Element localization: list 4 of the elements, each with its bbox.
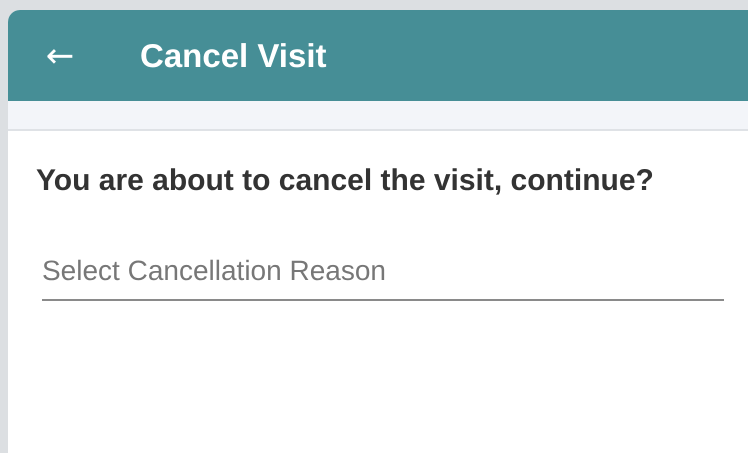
reason-select-field[interactable]: Select Cancellation Reason	[42, 249, 724, 301]
screen-title: Cancel Visit	[140, 36, 326, 74]
confirmation-message: You are about to cancel the visit, continue?	[36, 163, 655, 199]
back-button[interactable]: ←	[38, 38, 82, 72]
